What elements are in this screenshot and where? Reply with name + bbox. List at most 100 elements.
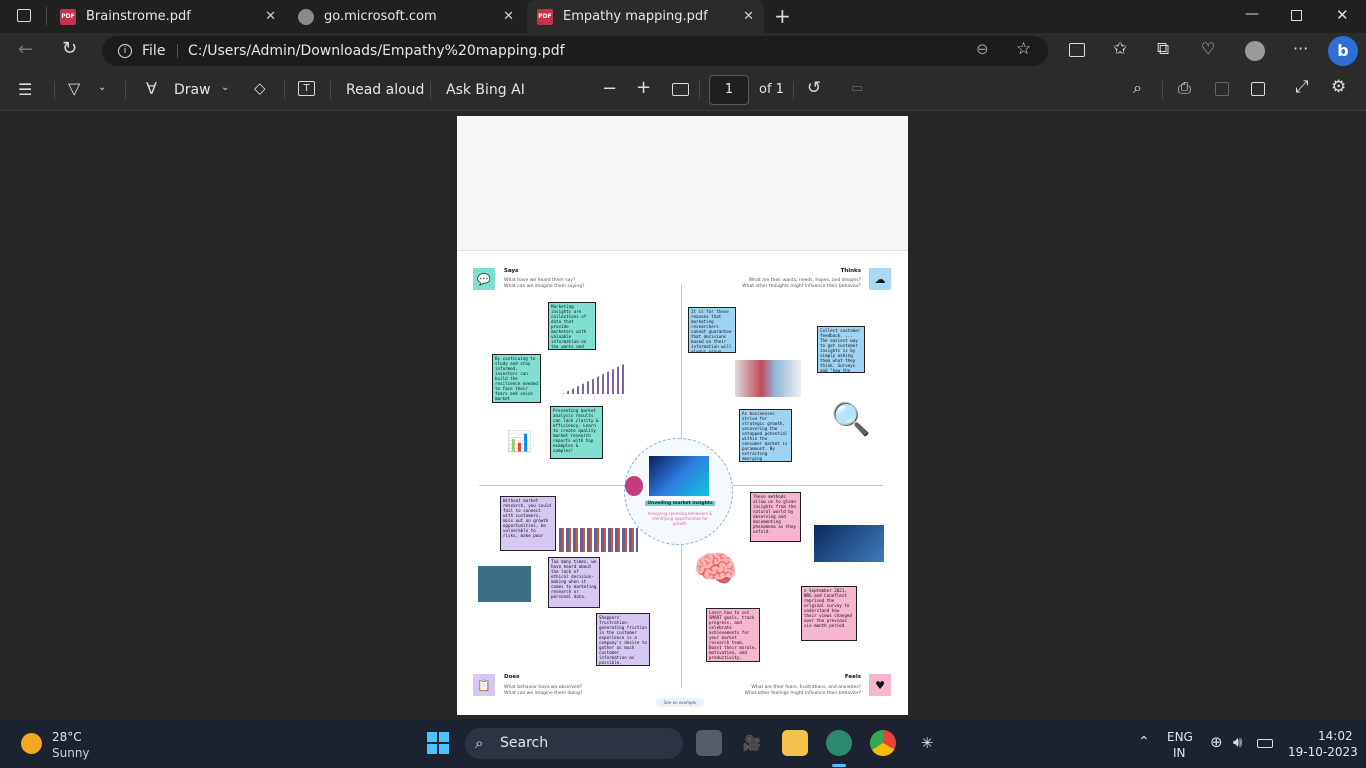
windows-start-icon[interactable] xyxy=(425,730,451,756)
see-example-button[interactable]: See an example xyxy=(656,698,704,707)
clock-time[interactable]: 14:02 xyxy=(1318,729,1353,743)
network-globe-icon[interactable]: ⊕ xyxy=(1210,735,1223,750)
fit-page-icon[interactable] xyxy=(672,83,689,96)
sticky-note: Presenting market analysis results can l… xyxy=(550,406,603,459)
chevron-up-icon[interactable]: ⌃ xyxy=(1138,735,1150,749)
analytics-icon: 📊 xyxy=(507,429,532,453)
divider xyxy=(177,44,178,58)
snipping-tool-icon[interactable]: ✳ xyxy=(914,730,940,756)
center-image xyxy=(649,456,709,496)
minimize-icon[interactable]: — xyxy=(1245,7,1259,21)
close-icon[interactable]: ✕ xyxy=(265,9,276,24)
weather-desc[interactable]: Sunny xyxy=(52,746,90,760)
tab-title: Empathy mapping.pdf xyxy=(563,9,708,24)
fullscreen-icon[interactable]: ⤢ xyxy=(1295,79,1309,96)
zoom-out-icon[interactable]: − xyxy=(602,80,617,98)
save-as-icon[interactable] xyxy=(1251,82,1265,96)
feels-title: Feels xyxy=(844,674,861,680)
sticky-note: Shoppers' frustration-generating frictio… xyxy=(596,613,650,666)
search-icon[interactable]: ⌕ xyxy=(1133,80,1142,96)
weather-sun-icon[interactable] xyxy=(21,733,42,754)
split-screen-icon[interactable] xyxy=(1069,43,1085,57)
file-scheme-label: File xyxy=(142,43,166,59)
favorites-icon[interactable]: ✩ xyxy=(1113,41,1127,58)
tab-title: Brainstrome.pdf xyxy=(86,9,191,24)
restore-icon[interactable] xyxy=(1291,10,1302,21)
page-total-label: of 1 xyxy=(759,82,784,97)
favorite-star-icon[interactable]: ☆ xyxy=(1016,41,1031,58)
print-icon[interactable]: ⎙ xyxy=(1178,80,1191,96)
zoom-in-icon[interactable]: + xyxy=(636,79,651,97)
does-question-2: What can we imagine them doing? xyxy=(504,691,583,696)
sticky-note: Learn how to set SMART goals, track prog… xyxy=(706,608,760,662)
zoom-out-icon[interactable]: ⊖ xyxy=(976,42,989,57)
language-bottom[interactable]: IN xyxy=(1173,746,1186,760)
collections-icon[interactable]: ⧉ xyxy=(1157,41,1169,58)
file-explorer-icon[interactable] xyxy=(782,730,808,756)
page-number-input[interactable]: 1 xyxy=(709,75,749,105)
draw-icon[interactable]: ∀ xyxy=(146,81,157,97)
sticky-note: As businesses strive for strategic growt… xyxy=(739,409,792,462)
save-icon[interactable] xyxy=(1215,82,1229,96)
address-row: ← ↻ i File C:/Users/Admin/Downloads/Empa… xyxy=(0,33,1366,69)
sticky-note: n September 2021, NRG and Coneflect repr… xyxy=(801,586,857,641)
refresh-icon[interactable]: ↻ xyxy=(62,40,77,58)
sticky-note: It is for these reasons that marketing r… xyxy=(688,307,736,353)
text-box-icon[interactable]: T xyxy=(298,81,315,96)
volume-icon[interactable]: 🔊︎ xyxy=(1233,735,1242,750)
language-top[interactable]: ENG xyxy=(1167,730,1193,744)
url-text[interactable]: C:/Users/Admin/Downloads/Empathy%20mappi… xyxy=(188,43,565,59)
ask-bing-ai-button[interactable]: Ask Bing AI xyxy=(446,82,525,98)
taskbar-search-box[interactable]: ⌕ Search xyxy=(465,728,683,759)
page-blank-header xyxy=(457,116,908,251)
read-aloud-button[interactable]: Read aloud xyxy=(346,82,424,98)
sticky-note: Too many times, we have heard about the … xyxy=(548,557,600,608)
browser-essentials-icon[interactable]: ♡ xyxy=(1201,41,1215,57)
divider xyxy=(330,81,331,99)
sticky-note: Without market research, you could fail … xyxy=(500,496,556,551)
bing-copilot-icon[interactable]: b xyxy=(1328,36,1358,66)
profile-avatar[interactable] xyxy=(1245,41,1265,61)
back-icon[interactable]: ← xyxy=(18,41,33,59)
search-label: Search xyxy=(500,735,549,751)
contents-icon[interactable]: ☰ xyxy=(18,82,32,98)
eraser-icon[interactable]: ◇ xyxy=(254,81,266,96)
speech-bubble-icon: 💬 xyxy=(473,268,495,290)
new-tab-icon[interactable]: + xyxy=(774,6,791,26)
divider xyxy=(125,81,126,99)
battery-icon[interactable] xyxy=(1257,739,1273,748)
draw-button[interactable]: Draw xyxy=(174,82,211,98)
close-icon[interactable]: ✕ xyxy=(503,9,514,24)
weather-temp[interactable]: 28°C xyxy=(52,730,82,744)
bar-chart-image xyxy=(562,364,624,394)
divider xyxy=(793,81,794,99)
teams-chat-icon[interactable]: 🎥 xyxy=(739,730,765,756)
info-icon[interactable]: i xyxy=(118,44,132,58)
task-view-icon[interactable] xyxy=(696,730,722,756)
tab-actions-icon[interactable] xyxy=(17,9,31,22)
close-window-icon[interactable]: ✕ xyxy=(1336,8,1349,23)
chevron-down-icon[interactable]: ⌄ xyxy=(98,83,106,93)
rotate-icon[interactable]: ↺ xyxy=(807,80,821,97)
says-title: Says xyxy=(504,268,519,274)
chevron-down-icon[interactable]: ⌄ xyxy=(221,83,229,93)
close-icon[interactable]: ✕ xyxy=(743,9,754,24)
address-bar[interactable]: i File C:/Users/Admin/Downloads/Empathy%… xyxy=(102,36,1048,66)
settings-gear-icon[interactable]: ⚙ xyxy=(1331,79,1346,96)
highlight-icon[interactable]: ▽ xyxy=(68,81,80,97)
clock-date[interactable]: 19-10-2023 xyxy=(1288,745,1358,759)
tab-go-microsoft[interactable]: go.microsoft.com ✕ xyxy=(288,0,524,33)
chrome-icon[interactable] xyxy=(870,730,896,756)
page-view-icon[interactable]: ▭ xyxy=(851,82,863,95)
edge-browser-icon[interactable] xyxy=(826,730,852,756)
tab-title: go.microsoft.com xyxy=(324,9,437,24)
feels-question-2: What other feelings might influence thei… xyxy=(744,691,861,696)
tab-empathy-mapping[interactable]: PDF Empathy mapping.pdf ✕ xyxy=(527,0,764,33)
divider xyxy=(430,81,431,99)
more-icon[interactable]: ··· xyxy=(1293,41,1308,57)
does-title: Does xyxy=(504,674,520,680)
pdf-viewer[interactable]: 💬 Says What have we heard them say? What… xyxy=(0,111,1366,719)
tab-brainstrome[interactable]: PDF Brainstrome.pdf ✕ xyxy=(50,0,286,33)
thought-cloud-icon: ☁ xyxy=(869,268,891,290)
center-subtitle: Analyzing spending behaviors & identifyi… xyxy=(647,511,713,526)
